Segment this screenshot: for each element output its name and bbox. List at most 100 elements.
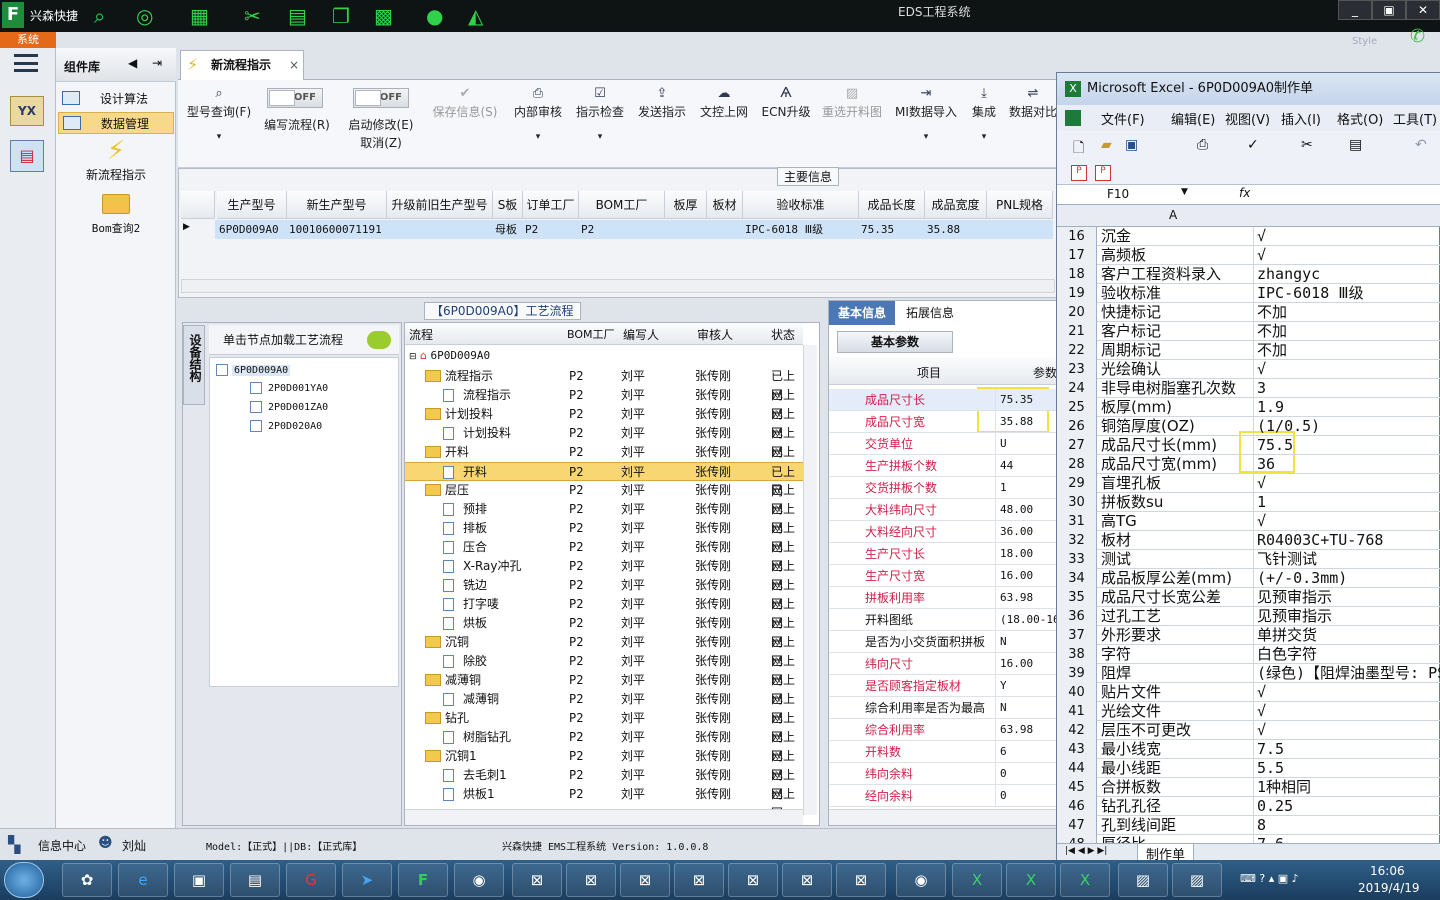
info-row[interactable]: 成品尺寸长 75.35 [829,389,1059,411]
cell-a[interactable]: 成品尺寸长(mm) [1101,436,1249,455]
grid-cell[interactable]: 10010600071191 [289,220,387,239]
clock-time[interactable]: 16:06 [1370,864,1405,878]
edit-process-toggle[interactable]: OFF [267,88,323,108]
info-row[interactable]: 综合利用率 63.98 [829,719,1059,741]
excel-row[interactable]: 30 拼板数su 1 [1057,493,1440,512]
header-writer[interactable]: 编写人 [623,326,659,343]
collapse-left-icon[interactable]: ◀ [128,56,137,70]
cell-a[interactable]: 层压不可更改 [1101,721,1249,740]
cell-b[interactable]: √ [1253,683,1440,702]
sheet-nav-icons[interactable]: |◀ ◀ ▶ ▶| [1065,846,1107,856]
cell-a[interactable]: 高频板 [1101,246,1249,265]
cell-b[interactable]: (绿色)【阻焊油墨型号: PS [1253,664,1440,683]
close-tab-icon[interactable]: × [289,51,299,79]
minimize-button[interactable]: _ [1338,0,1372,20]
cell-b[interactable]: 1 [1253,493,1440,512]
close-button[interactable]: ✕ [1406,0,1440,20]
taskbar-app-icon[interactable]: ✿ [62,863,112,897]
info-item-value[interactable]: Y [995,675,1057,697]
cell-b[interactable]: IPC-6018 Ⅲ级 [1253,284,1440,303]
process-row[interactable]: 沉铜1 P2 刘平 张传刚 已上网 [405,747,803,782]
cell-b[interactable]: 白色字符 [1253,645,1440,664]
cell-a[interactable]: 验收标准 [1101,284,1249,303]
cell-b[interactable]: 1.9 [1253,398,1440,417]
column-header[interactable]: 生产型号 [217,191,287,219]
cell-a[interactable]: 周期标记 [1101,341,1249,360]
info-row[interactable]: 是否为小交货面积拼板 N [829,631,1059,653]
process-row[interactable]: 流程指示 P2 刘平 张传刚 已上网 [405,386,803,421]
grid-cell[interactable] [989,220,1053,239]
cell-b[interactable]: √ [1253,512,1440,531]
info-row[interactable]: 拼板利用率 63.98 [829,587,1059,609]
info-item-value[interactable]: 44 [995,455,1057,477]
info-item-value[interactable]: U [995,433,1057,455]
cell-a[interactable]: 最小线距 [1101,759,1249,778]
row-number[interactable]: 32 [1057,531,1097,550]
cell-a[interactable]: 光绘确认 [1101,360,1249,379]
cell-a[interactable]: 铜箔厚度(OZ) [1101,417,1249,436]
row-number[interactable]: 29 [1057,474,1097,493]
excel-row[interactable]: 41 光绘文件 √ [1057,702,1440,721]
info-item-value[interactable]: 1 [995,477,1057,499]
row-number[interactable]: 39 [1057,664,1097,683]
info-row[interactable]: 大料经向尺寸 36.00 [829,521,1059,543]
horizontal-scrollbar[interactable] [405,809,803,825]
row-number[interactable]: 34 [1057,569,1097,588]
row-number[interactable]: 26 [1057,417,1097,436]
cell-a[interactable]: 盲埋孔板 [1101,474,1249,493]
process-row[interactable]: 减薄铜 P2 刘平 张传刚 已上网 [405,690,803,725]
tree-root-node[interactable]: 6P0D009A0 [216,362,291,380]
info-item-value[interactable]: 0 [995,785,1057,807]
info-row[interactable]: 开料数 6 [829,741,1059,763]
window-task-icon[interactable]: ⊠ [512,863,562,897]
row-number[interactable]: 20 [1057,303,1097,322]
header-status[interactable]: 状态 [771,326,795,343]
excel-row[interactable]: 18 客户工程资料录入 zhangyc [1057,265,1440,284]
header-process[interactable]: 流程 [409,326,433,343]
column-header[interactable]: 验收标准 [743,191,859,219]
picture-task-icon[interactable]: ▨ [1118,863,1168,897]
info-row[interactable]: 大料纬向尺寸 48.00 [829,499,1059,521]
process-row[interactable]: 钻孔 P2 刘平 张传刚 已上网 [405,709,803,744]
row-number[interactable]: 38 [1057,645,1097,664]
excel-row[interactable]: 32 板材 R04003C+TU-768 [1057,531,1440,550]
dropdown-icon[interactable]: ▼ [1181,187,1188,197]
send-instruction-button[interactable]: ⇪ 发送指示 [634,80,690,166]
window-task-icon[interactable]: ⊠ [566,863,616,897]
excel-row[interactable]: 16 沉金 √ [1057,227,1440,246]
horizontal-scrollbar[interactable] [829,809,1057,825]
process-row[interactable]: 压合 P2 刘平 张传刚 已上网 [405,538,803,573]
column-header[interactable]: 成品宽度 [925,191,987,219]
tab-new-process[interactable]: ⚡ 新流程指示 × [180,50,304,80]
info-item-value[interactable]: 35.88 [995,411,1057,433]
info-item-value[interactable]: 75.35 [995,389,1057,411]
lifebuoy-icon[interactable]: ◎ [136,4,153,28]
cell-b[interactable]: 0.25 [1253,797,1440,816]
cell-b[interactable]: 7.5 [1253,740,1440,759]
process-row[interactable]: 开料P2刘平张传刚已上网 [405,443,803,478]
excel-row[interactable]: 23 光绘确认 √ [1057,360,1440,379]
row-number[interactable]: 30 [1057,493,1097,512]
row-number[interactable]: 40 [1057,683,1097,702]
excel-row[interactable]: 36 过孔工艺 见预审指示 [1057,607,1440,626]
process-row[interactable]: 烘板1P2刘平张传刚已上网 [405,785,803,820]
tree-child-node[interactable]: 2P0D020A0 [250,420,322,432]
row-number[interactable]: 22 [1057,341,1097,360]
window-task-icon[interactable]: ⊠ [836,863,886,897]
component-item-design[interactable]: 设计算法 [58,88,174,110]
name-box[interactable]: F10 [1107,187,1129,201]
edit-process-button[interactable]: OFF 编写流程(R) [260,80,334,166]
excel-row[interactable]: 43 最小线宽 7.5 [1057,740,1440,759]
row-number[interactable]: 41 [1057,702,1097,721]
excel-task-icon[interactable]: X [1006,863,1056,897]
process-row[interactable]: 打字唛 P2 刘平 张传刚 已上网 [405,595,803,630]
grid-cell[interactable] [389,220,493,239]
cell-a[interactable]: 客户标记 [1101,322,1249,341]
column-header[interactable]: 成品长度 [859,191,925,219]
component-item-data[interactable]: 数据管理 [58,112,174,134]
info-item-value[interactable]: 63.98 [995,587,1057,609]
bird-app-icon[interactable]: ➤ [342,863,392,897]
row-number[interactable]: 17 [1057,246,1097,265]
excel-task-icon[interactable]: X [952,863,1002,897]
cell-a[interactable]: 字符 [1101,645,1249,664]
